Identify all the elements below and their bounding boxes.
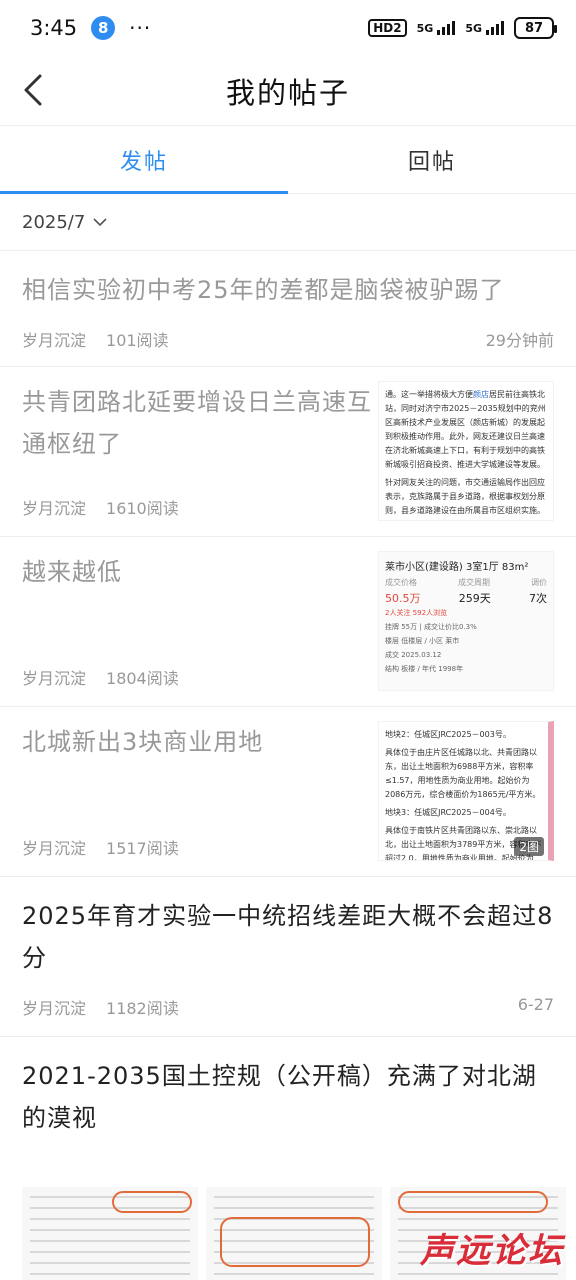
post-meta: 岁月沉淀 101阅读 (22, 327, 169, 351)
back-arrow-icon[interactable] (18, 70, 54, 110)
post-reads: 1182阅读 (106, 999, 179, 1018)
post-reads: 101阅读 (106, 331, 169, 350)
post-title: 2021-2035国土控规（公开稿）充满了对北湖的漠视 (22, 1062, 537, 1132)
post-item[interactable]: 相信实验初中考25年的差都是脑袋被驴踢了 岁月沉淀 101阅读 29分钟前 (0, 250, 576, 366)
post-meta: 岁月沉淀 1804阅读 (22, 665, 179, 689)
notification-badge-icon: 8 (91, 16, 116, 40)
post-meta: 岁月沉淀 1517阅读 (22, 835, 179, 859)
post-title: 共青团路北延要增设日兰高速互通枢纽了 (22, 388, 372, 458)
tab-replies[interactable]: 回帖 (288, 126, 576, 193)
post-item[interactable]: 共青团路北延要增设日兰高速互通枢纽了 岁月沉淀 1610阅读 通。这一举措将极大… (0, 366, 576, 536)
chevron-down-icon (93, 218, 107, 227)
status-time: 3:45 (30, 16, 78, 40)
post-reads: 1610阅读 (106, 499, 179, 518)
post-title: 越来越低 (22, 558, 122, 586)
tab-bar: 发帖 回帖 (0, 126, 576, 194)
status-bar: 3:45 8 ··· HD2 5G 5G 87 (0, 0, 576, 56)
post-image[interactable] (22, 1187, 198, 1280)
post-thumbnail[interactable]: 莱市小区(建设路) 3室1厅 83m² 成交价格 成交周期 调价 50.5万 259天… (378, 551, 554, 691)
more-notifications-icon: ··· (129, 16, 152, 40)
date-filter[interactable]: 2025/7 (0, 194, 576, 250)
page-header: 我的帖子 (0, 56, 576, 126)
post-item[interactable]: 北城新出3块商业用地 岁月沉淀 1517阅读 地块2：任城区JRC2025－00… (0, 706, 576, 876)
post-time: 29分钟前 (485, 331, 554, 350)
post-item[interactable]: 越来越低 岁月沉淀 1804阅读 莱市小区(建设路) 3室1厅 83m² 成交价… (0, 536, 576, 706)
date-filter-label: 2025/7 (22, 211, 86, 233)
post-title: 北城新出3块商业用地 (22, 728, 264, 756)
post-author: 岁月沉淀 (22, 499, 87, 518)
signal-icon: 5G (417, 21, 456, 35)
image-count-badge: 2图 (514, 837, 544, 856)
post-meta: 岁月沉淀 1182阅读 (22, 995, 179, 1019)
battery-icon: 87 (514, 17, 557, 39)
signal-icon-2: 5G (465, 21, 504, 35)
post-author: 岁月沉淀 (22, 839, 87, 858)
post-author: 岁月沉淀 (22, 331, 87, 350)
post-author: 岁月沉淀 (22, 999, 87, 1018)
post-time: 6-27 (517, 995, 554, 1014)
hd-voice-icon: HD2 (368, 19, 407, 37)
post-reads: 1804阅读 (106, 669, 179, 688)
post-thumbnail[interactable]: 地块2：任城区JRC2025－003号。 具体位于由庄片区任城路以北、共青团路以… (378, 721, 554, 861)
post-reads: 1517阅读 (106, 839, 179, 858)
tab-posts[interactable]: 发帖 (0, 126, 288, 193)
post-author: 岁月沉淀 (22, 669, 87, 688)
active-tab-indicator (0, 191, 288, 194)
post-title: 相信实验初中考25年的差都是脑袋被驴踢了 (22, 276, 505, 304)
page-title: 我的帖子 (225, 75, 350, 110)
forum-watermark: 声远论坛 (420, 1231, 564, 1271)
post-title: 2025年育才实验一中统招线差距大概不会超过8分 (22, 902, 554, 972)
post-item[interactable]: 2025年育才实验一中统招线差距大概不会超过8分 岁月沉淀 1182阅读 6-2… (0, 876, 576, 1036)
post-meta: 岁月沉淀 1610阅读 (22, 495, 179, 519)
post-image[interactable] (206, 1187, 382, 1280)
post-thumbnail[interactable]: 通。这一举措将极大方便颜店居民前往高铁北站，同时对济宁市2025－2035规划中… (378, 381, 554, 521)
